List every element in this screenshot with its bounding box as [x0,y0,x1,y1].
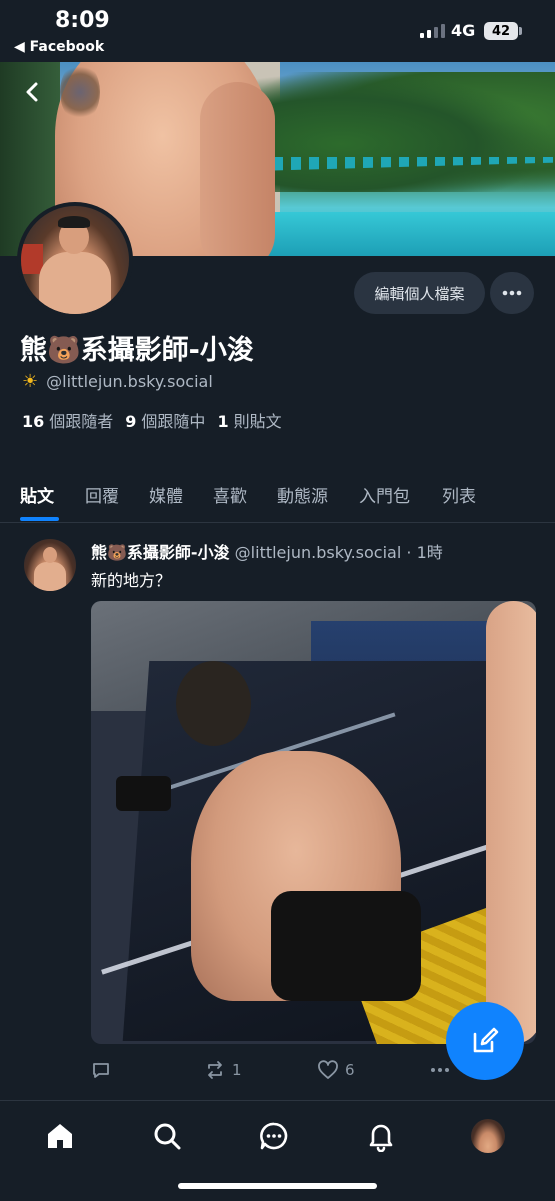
post-image[interactable] [91,601,536,1044]
home-icon [48,1124,72,1148]
home-indicator [178,1183,377,1189]
tab-media[interactable]: 媒體 [149,482,183,507]
back-button[interactable] [19,78,47,106]
tab-feeds[interactable]: 動態源 [277,482,328,507]
edit-profile-button[interactable]: 編輯個人檔案 [354,272,485,314]
handle: @littlejun.bsky.social [46,372,213,391]
ellipsis-icon [502,290,522,296]
like-count: 6 [345,1061,355,1079]
followers-stat[interactable]: 16 個跟隨者 [22,408,113,432]
signal-icon [420,22,445,38]
profile-stats: 16 個跟隨者 9 個跟隨中 1 則貼文 [22,408,282,432]
post-more-button[interactable] [429,1060,451,1080]
back-to-app-link[interactable]: ◀ Facebook [14,39,104,55]
sun-icon: ☀ [22,371,39,392]
tab-likes[interactable]: 喜歡 [213,482,247,507]
more-options-button[interactable] [490,272,534,314]
profile-tabs: 貼文 回覆 媒體 喜歡 動態源 入門包 列表 [0,466,555,523]
repost-count: 1 [232,1061,242,1079]
status-time: 8:09 [55,8,110,33]
nav-notifications[interactable] [364,1119,398,1153]
ellipsis-icon [431,1068,449,1072]
battery-icon: 42 [484,22,518,40]
reply-icon [93,1063,109,1078]
chat-icon [260,1122,288,1150]
nav-profile-avatar[interactable] [471,1119,505,1153]
battery-cap [519,27,522,35]
compose-icon [473,1027,499,1053]
like-button[interactable]: 6 [317,1060,355,1080]
nav-search[interactable] [150,1119,184,1153]
network-label: 4G [451,21,476,40]
posts-stat: 1 則貼文 [217,412,282,431]
post-author-handle[interactable]: @littlejun.bsky.social [235,543,402,562]
profile-avatar[interactable] [17,202,133,318]
tab-posts[interactable]: 貼文 [20,482,54,507]
handle-row: ☀ @littlejun.bsky.social [22,371,213,392]
post-actions: 1 6 [91,1060,471,1080]
bell-icon [369,1124,393,1152]
display-name: 熊🐻系攝影師-小浚 [20,335,254,366]
repost-button[interactable]: 1 [204,1060,242,1080]
post-text: 新的地方？ [91,571,172,590]
compose-button[interactable] [446,1002,524,1080]
heart-icon [318,1060,338,1079]
search-icon [154,1123,181,1150]
post-time: · 1時 [406,543,443,562]
reply-button[interactable] [91,1060,111,1080]
tab-replies[interactable]: 回覆 [85,482,119,507]
active-tab-indicator [20,517,59,521]
nav-home[interactable] [43,1119,77,1153]
nav-chat[interactable] [257,1119,291,1153]
post-author-avatar[interactable] [24,539,76,591]
following-stat[interactable]: 9 個跟隨中 [125,408,205,432]
post-header: 熊🐻系攝影師-小浚 @littlejun.bsky.social · 1時 [91,539,443,563]
tab-starter-packs[interactable]: 入門包 [359,482,410,507]
tab-lists[interactable]: 列表 [442,482,476,507]
post-author-name[interactable]: 熊🐻系攝影師-小浚 [91,543,230,562]
repost-icon [208,1061,222,1079]
